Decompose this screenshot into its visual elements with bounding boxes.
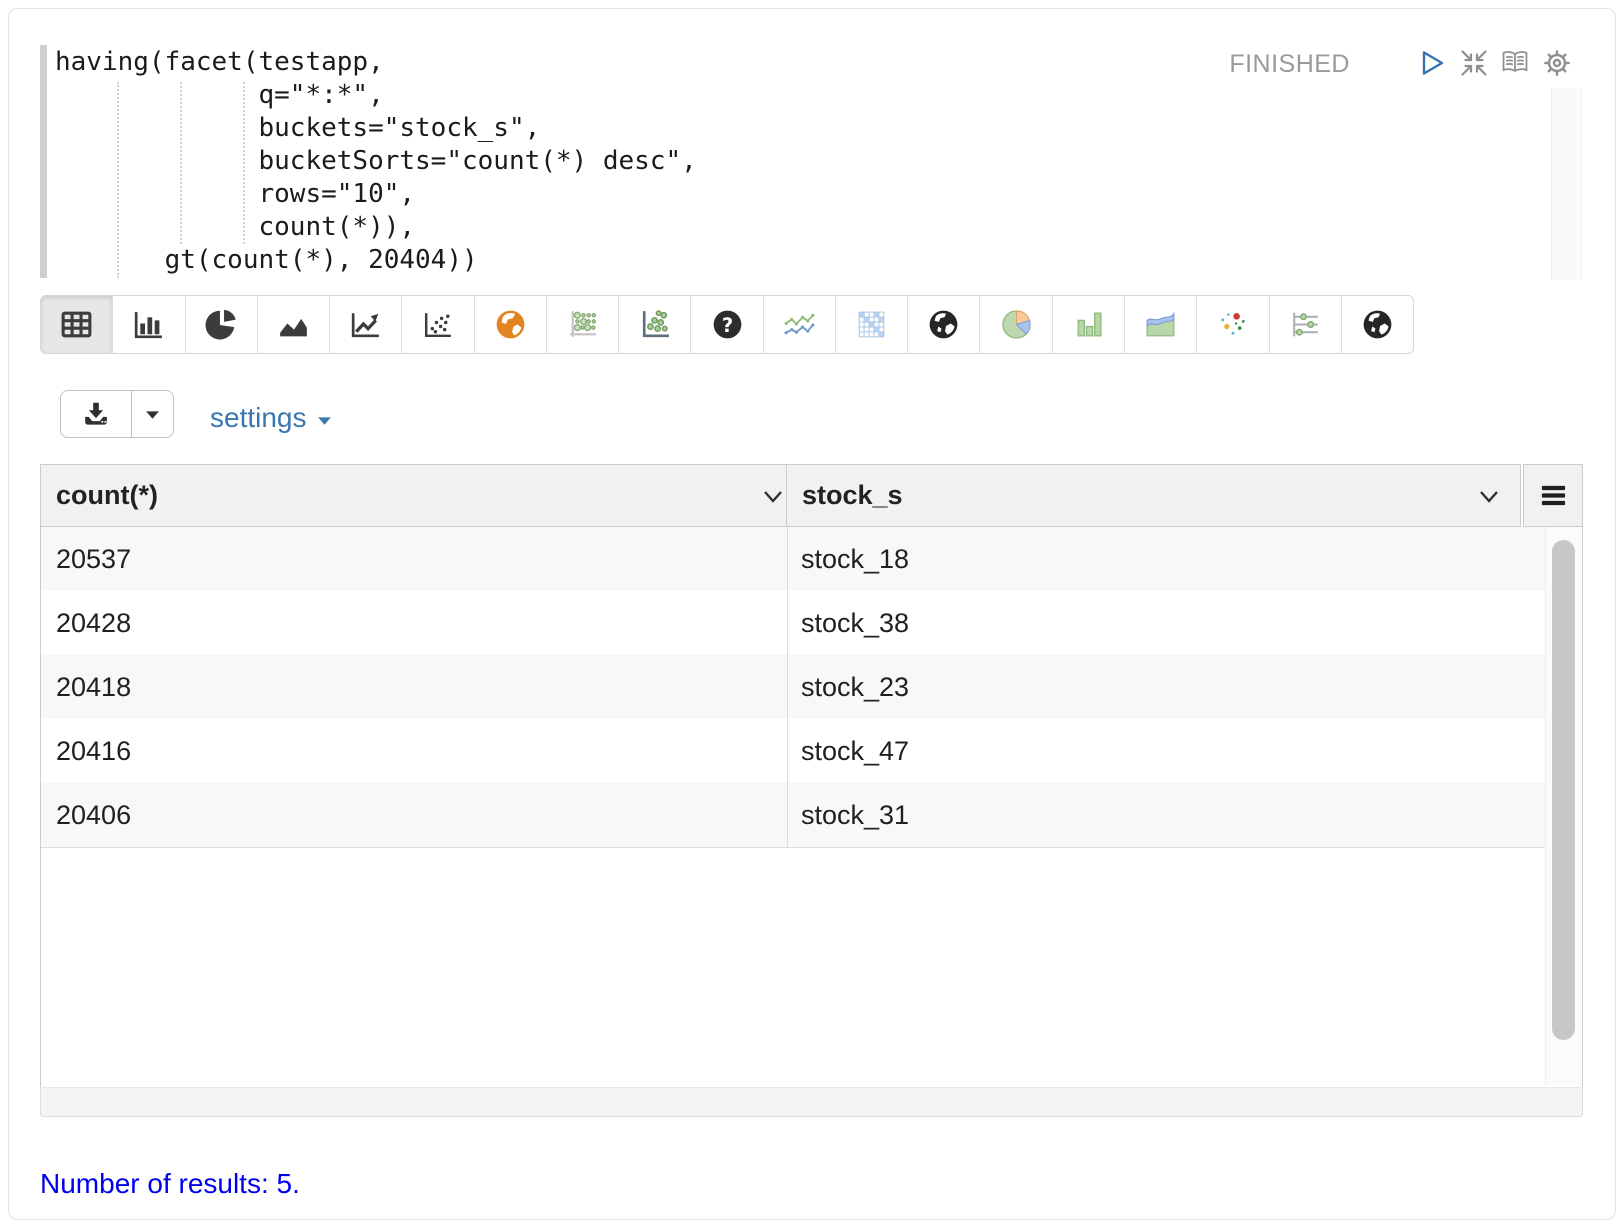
compress-icon[interactable]	[1459, 48, 1489, 78]
editor-scrollbar-track[interactable]	[1551, 88, 1582, 280]
chevron-down-icon	[1477, 484, 1501, 508]
viz-table-button[interactable]	[41, 296, 112, 353]
viz-bubble-grid-button[interactable]	[546, 296, 618, 353]
table-row: 20406 stock_31	[41, 783, 1547, 848]
column-header-label: count(*)	[56, 480, 158, 510]
table-row: 20537 stock_18	[41, 527, 1547, 592]
caret-down-icon	[144, 406, 161, 423]
results-count-text: Number of results: 5.	[40, 1168, 300, 1200]
cell-count: 20418	[41, 655, 787, 719]
viz-bar-green-button[interactable]	[1052, 296, 1124, 353]
book-icon[interactable]	[1500, 48, 1530, 78]
svg-text:?: ?	[721, 314, 732, 337]
table-scrollbar-track[interactable]	[1545, 527, 1582, 1085]
table-menu-button[interactable]	[1523, 464, 1583, 527]
cell-stock: stock_23	[787, 655, 1547, 719]
viz-globe-dark-button[interactable]	[907, 296, 979, 353]
cell-stock: stock_18	[787, 527, 1547, 591]
viz-pie-colored-button[interactable]	[979, 296, 1051, 353]
chevron-down-icon	[761, 484, 785, 508]
status-badge: FINISHED	[1140, 50, 1350, 79]
cell-count: 20416	[41, 719, 787, 783]
table-scrollbar-thumb[interactable]	[1552, 540, 1575, 1040]
table-row: 20416 stock_47	[41, 719, 1547, 784]
download-button[interactable]	[61, 391, 131, 437]
viz-range-slider-button[interactable]	[1269, 296, 1341, 353]
cell-stock: stock_38	[787, 591, 1547, 655]
play-icon[interactable]	[1416, 48, 1446, 78]
caret-down-icon	[316, 412, 333, 429]
code-line: count(*)),	[55, 211, 415, 244]
code-line: rows="10",	[55, 178, 415, 211]
settings-label: settings	[210, 402, 307, 434]
table-footer-bar	[40, 1087, 1583, 1117]
table-body: 20537 stock_18 20428 stock_38 20418 stoc…	[40, 527, 1583, 1087]
settings-link[interactable]: settings	[210, 402, 333, 434]
viz-area-colored-button[interactable]	[1124, 296, 1196, 353]
hamburger-icon	[1539, 481, 1568, 510]
viz-heatmap-button[interactable]	[835, 296, 907, 353]
visualization-toolbar: ?	[40, 295, 1414, 354]
viz-scatter-chart-button[interactable]	[401, 296, 473, 353]
viz-area-chart-button[interactable]	[257, 296, 329, 353]
viz-dot-cloud-button[interactable]	[1196, 296, 1268, 353]
download-icon	[81, 399, 111, 429]
cell-count: 20428	[41, 591, 787, 655]
editor-gutter-bar	[40, 45, 47, 278]
column-header-label: stock_s	[802, 480, 903, 510]
viz-globe-dark2-button[interactable]	[1341, 296, 1413, 353]
cell-stock: stock_47	[787, 719, 1547, 783]
viz-scatter-green-button[interactable]	[618, 296, 690, 353]
code-line: bucketSorts="count(*) desc",	[55, 145, 697, 178]
code-line: gt(count(*), 20404))	[55, 244, 478, 277]
cell-stock: stock_31	[787, 783, 1547, 847]
code-line: q="*:*",	[55, 79, 384, 112]
code-line: having(facet(testapp,	[55, 46, 384, 79]
viz-line-chart-button[interactable]	[329, 296, 401, 353]
code-line: buckets="stock_s",	[55, 112, 540, 145]
viz-multi-line-button[interactable]	[763, 296, 835, 353]
viz-help-button[interactable]: ?	[690, 296, 762, 353]
cell-count: 20537	[41, 527, 787, 591]
viz-pie-chart-button[interactable]	[185, 296, 257, 353]
download-button-group	[60, 390, 174, 438]
table-row: 20418 stock_23	[41, 655, 1547, 720]
viz-bar-chart-button[interactable]	[112, 296, 184, 353]
viz-map-orange-button[interactable]	[474, 296, 546, 353]
column-header-stock[interactable]: stock_s	[786, 464, 1521, 527]
table-row: 20428 stock_38	[41, 591, 1547, 656]
cell-count: 20406	[41, 783, 787, 847]
column-header-count[interactable]: count(*)	[40, 464, 787, 527]
download-options-button[interactable]	[131, 391, 173, 437]
gear-icon[interactable]	[1542, 48, 1572, 78]
